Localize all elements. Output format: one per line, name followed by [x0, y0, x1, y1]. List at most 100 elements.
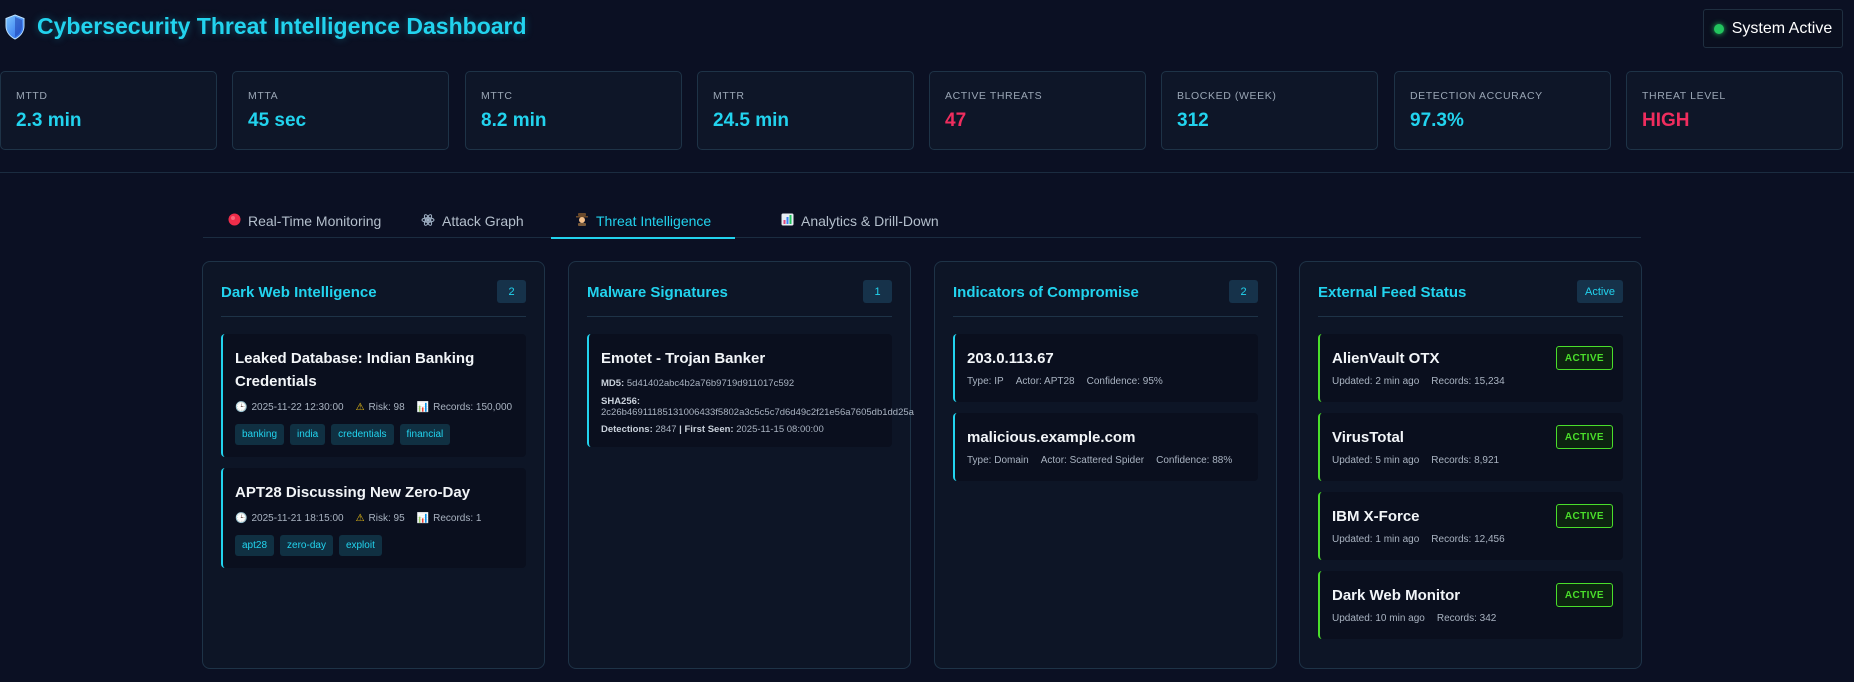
clock-icon: 🕒 [235, 513, 248, 524]
separator: | [679, 424, 682, 435]
tab-analytics-drill-down[interactable]: Analytics & Drill-Down [756, 204, 963, 238]
metric-label: THREAT LEVEL [1642, 90, 1726, 102]
ioc-type: Type: IP [967, 376, 1004, 387]
count-badge: 2 [1229, 280, 1258, 303]
detections-label: Detections: [601, 424, 653, 435]
malware-list: Emotet - Trojan Banker MD5: 5d41402abc4b… [587, 334, 914, 458]
metric-label: MTTA [248, 90, 279, 102]
risk: ⚠ Risk: 98 [356, 402, 405, 413]
section-divider [0, 172, 1854, 173]
md5-label: MD5: [601, 378, 625, 389]
warning-icon: ⚠ [355, 513, 365, 524]
metric-card-mttr: MTTR 24.5 min [697, 71, 914, 150]
ioc-item[interactable]: malicious.example.com Type: Domain Actor… [953, 413, 1258, 481]
feed-updated: Updated: 10 min ago [1332, 613, 1425, 624]
system-status-indicator: System Active [1703, 9, 1843, 48]
tag[interactable]: banking [235, 424, 285, 445]
md5-line: MD5: 5d41402abc4b2a76b9719d911017c592 [601, 378, 880, 389]
metric-label: MTTC [481, 90, 513, 102]
item-title: malicious.example.com [967, 429, 1136, 446]
item-meta: Updated: 1 min ago Records: 12,456 [1332, 534, 1611, 545]
feed-records: Records: 15,234 [1431, 376, 1505, 387]
ioc-confidence: Confidence: 88% [1156, 455, 1233, 466]
tab-label: Analytics & Drill-Down [801, 213, 939, 229]
tag-list: banking india credentials financial [235, 424, 514, 445]
feed-status-badge: ACTIVE [1555, 346, 1613, 370]
timestamp-text: 2025-11-22 12:30:00 [251, 402, 344, 413]
tag[interactable]: zero-day [280, 535, 333, 556]
dark-web-item[interactable]: Leaked Database: Indian Banking Credenti… [221, 334, 526, 457]
feed-records: Records: 342 [1436, 613, 1497, 624]
warning-icon: ⚠ [355, 402, 365, 413]
panel-title: Malware Signatures [587, 284, 728, 301]
tag-list: apt28 zero-day exploit [235, 535, 514, 556]
red-circle-icon [227, 213, 241, 229]
timestamp-text: 2025-11-21 18:15:00 [251, 513, 344, 524]
panel-header: Indicators of Compromise 2 [953, 280, 1258, 317]
metric-card-mtta: MTTA 45 sec [232, 71, 449, 150]
feed-updated: Updated: 2 min ago [1332, 376, 1420, 387]
detections-value: 2847 [655, 424, 677, 435]
ioc-type: Type: Domain [967, 455, 1029, 466]
metric-card-active-threats: ACTIVE THREATS 47 [929, 71, 1146, 150]
panel-header: Dark Web Intelligence 2 [221, 280, 526, 317]
metric-card-blocked-week: BLOCKED (WEEK) 312 [1161, 71, 1378, 150]
records: 📊 Records: 150,000 [417, 402, 512, 413]
tag[interactable]: exploit [338, 535, 382, 556]
metric-card-mttc: MTTC 8.2 min [465, 71, 682, 150]
feed-status-badge: ACTIVE [1555, 425, 1613, 449]
metric-value: 97.3% [1410, 110, 1464, 131]
metric-label: ACTIVE THREATS [945, 90, 1043, 102]
ioc-item[interactable]: 203.0.113.67 Type: IP Actor: APT28 Confi… [953, 334, 1258, 402]
external-feed-status-panel: External Feed Status Active AlienVault O… [1299, 261, 1642, 669]
md5-value: 5d41402abc4b2a76b9719d911017c592 [626, 378, 795, 389]
tab-real-time-monitoring[interactable]: Real-Time Monitoring [203, 204, 405, 238]
dark-web-list: Leaked Database: Indian Banking Credenti… [221, 334, 526, 579]
bar-chart-icon: 📊 [416, 402, 430, 413]
tab-attack-graph[interactable]: Attack Graph [397, 204, 548, 238]
feed-item[interactable]: Dark Web Monitor Updated: 10 min ago Rec… [1318, 571, 1623, 639]
malware-item[interactable]: Emotet - Trojan Banker MD5: 5d41402abc4b… [587, 334, 914, 447]
ioc-actor: Actor: Scattered Spider [1040, 455, 1145, 466]
sha256-line: SHA256: 2c26b46911185131006433f5802a3c5c… [601, 396, 914, 418]
ioc-actor: Actor: APT28 [1015, 376, 1075, 387]
panel-header: External Feed Status Active [1318, 280, 1623, 317]
malware-signatures-panel: Malware Signatures 1 Emotet - Trojan Ban… [568, 261, 914, 669]
tag[interactable]: india [290, 424, 326, 445]
metric-card-mttd: MTTD 2.3 min [0, 71, 217, 150]
item-title: Emotet - Trojan Banker [601, 350, 766, 367]
shield-icon [4, 14, 26, 40]
metric-value: HIGH [1642, 110, 1690, 131]
metric-value: 24.5 min [713, 110, 790, 131]
tab-label: Threat Intelligence [596, 212, 712, 229]
panel-title: External Feed Status [1318, 284, 1467, 301]
feed-item[interactable]: AlienVault OTX Updated: 2 min ago Record… [1318, 334, 1623, 402]
dark-web-item[interactable]: APT28 Discussing New Zero-Day 🕒 2025-11-… [221, 468, 526, 568]
metric-value: 45 sec [248, 110, 307, 131]
feed-item[interactable]: IBM X-Force Updated: 1 min ago Records: … [1318, 492, 1623, 560]
atom-icon [421, 213, 435, 230]
feed-list: AlienVault OTX Updated: 2 min ago Record… [1318, 334, 1623, 650]
tag[interactable]: credentials [331, 424, 394, 445]
risk: ⚠ Risk: 95 [356, 513, 405, 524]
records-text: Records: 150,000 [433, 402, 513, 413]
page-title: Cybersecurity Threat Intelligence Dashbo… [37, 13, 527, 39]
metric-label: DETECTION ACCURACY [1410, 90, 1543, 102]
metric-label: MTTD [16, 90, 48, 102]
timestamp: 🕒 2025-11-21 18:15:00 [235, 513, 344, 524]
tab-threat-intelligence[interactable]: Threat Intelligence [551, 204, 736, 239]
first-seen-label: First Seen: [684, 424, 734, 435]
status-dot-icon [1713, 23, 1724, 34]
item-meta: Type: IP Actor: APT28 Confidence: 95% [967, 376, 1246, 387]
bar-chart-icon [780, 213, 794, 229]
count-badge: 2 [497, 280, 526, 303]
feed-item[interactable]: VirusTotal Updated: 5 min ago Records: 8… [1318, 413, 1623, 481]
panel-title: Indicators of Compromise [953, 284, 1139, 301]
tag[interactable]: financial [399, 424, 451, 445]
metric-label: MTTR [713, 90, 745, 102]
dashboard-header: Cybersecurity Threat Intelligence Dashbo… [0, 0, 1854, 58]
metric-value: 312 [1177, 110, 1209, 131]
metric-card-detection-accuracy: DETECTION ACCURACY 97.3% [1394, 71, 1611, 150]
tag[interactable]: apt28 [235, 535, 275, 556]
sha256-label: SHA256: [601, 396, 641, 407]
